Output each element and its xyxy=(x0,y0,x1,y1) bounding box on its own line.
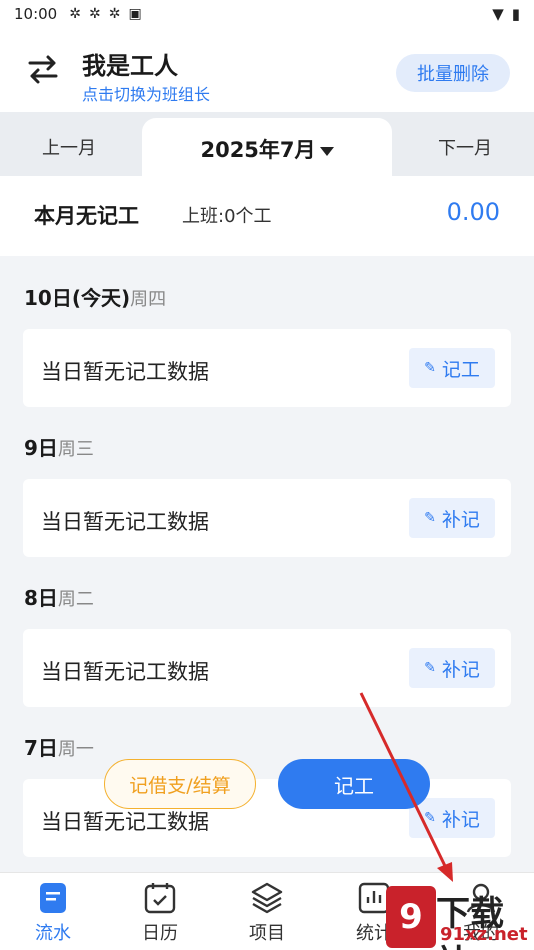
day-date: 7日 xyxy=(24,736,58,760)
current-month-tab[interactable]: 2025年7月 xyxy=(142,118,392,176)
pencil-icon: ✎ xyxy=(424,660,436,676)
calendar-icon xyxy=(144,883,176,914)
status-notification-icons: ✲ ✲ ✲ ▣ xyxy=(69,6,141,22)
day-header: 7日周一 xyxy=(24,732,94,761)
day-header: 10日(今天)周四 xyxy=(24,282,166,311)
pencil-icon: ✎ xyxy=(424,510,436,526)
current-month[interactable]: 2025年7月 xyxy=(142,134,392,164)
day-weekday: 周二 xyxy=(57,589,94,610)
day-weekday: 周四 xyxy=(130,289,167,310)
shift-count: 上班:0个工 xyxy=(182,206,272,227)
document-icon xyxy=(40,883,66,913)
header: 我是工人 点击切换为班组长 批量删除 xyxy=(0,28,534,112)
month-amount: 0.00 xyxy=(446,198,500,226)
status-bar: 10:00 ✲ ✲ ✲ ▣ ▼ ▮ xyxy=(0,0,534,28)
backfill-button-label: 补记 xyxy=(441,808,480,831)
day-date: 10日(今天) xyxy=(24,286,131,310)
nav-label: 日历 xyxy=(142,923,178,944)
layers-icon xyxy=(251,882,283,914)
day-date: 8日 xyxy=(24,586,58,610)
record-work-fab[interactable]: 记工 xyxy=(278,759,430,809)
notification-icon: ▣ xyxy=(128,6,142,22)
nav-item-flow[interactable]: 流水 xyxy=(13,881,93,945)
day-date: 9日 xyxy=(24,436,58,460)
day-weekday: 周三 xyxy=(57,439,94,460)
no-data-message: 当日暂无记工数据 xyxy=(41,660,209,684)
notification-icon: ✲ xyxy=(108,6,121,22)
day-header: 9日周三 xyxy=(24,432,94,461)
role-title[interactable]: 我是工人 xyxy=(82,46,178,81)
wifi-icon: ▼ xyxy=(492,5,504,23)
record-button-label: 记工 xyxy=(441,358,480,381)
day-header: 8日周二 xyxy=(24,582,94,611)
no-data-message: 当日暂无记工数据 xyxy=(41,810,209,834)
nav-item-project[interactable]: 项目 xyxy=(227,881,307,945)
nav-label: 项目 xyxy=(249,923,285,944)
pencil-icon: ✎ xyxy=(424,360,436,376)
day-weekday: 周一 xyxy=(57,739,94,760)
switch-role-icon[interactable] xyxy=(22,48,64,90)
no-data-message: 当日暂无记工数据 xyxy=(41,510,209,534)
month-selector: 上一月 2025年7月 下一月 xyxy=(0,112,534,176)
backfill-button-label: 补记 xyxy=(441,658,480,681)
backfill-button[interactable]: ✎ 补记 xyxy=(409,648,495,688)
pencil-icon: ✎ xyxy=(424,810,436,826)
no-data-message: 当日暂无记工数据 xyxy=(41,360,209,384)
notification-icon: ✲ xyxy=(69,6,81,22)
no-record-label: 本月无记工 xyxy=(34,204,139,228)
backfill-button[interactable]: ✎ 补记 xyxy=(409,798,495,838)
record-work-button[interactable]: ✎ 记工 xyxy=(409,348,495,388)
caret-down-icon xyxy=(319,146,334,156)
day-card: 当日暂无记工数据 ✎ 补记 xyxy=(23,479,511,557)
month-summary: 本月无记工 上班:0个工 0.00 xyxy=(0,176,534,256)
watermark-logo: 9 xyxy=(386,886,436,948)
backfill-button[interactable]: ✎ 补记 xyxy=(409,498,495,538)
day-card: 当日暂无记工数据 ✎ 补记 xyxy=(23,629,511,707)
battery-icon: ▮ xyxy=(511,5,520,23)
day-card: 当日暂无记工数据 ✎ 记工 xyxy=(23,329,511,407)
status-time: 10:00 xyxy=(14,5,58,23)
nav-item-calendar[interactable]: 日历 xyxy=(120,881,200,945)
watermark-url: 91xz.net xyxy=(440,924,528,945)
backfill-button-label: 补记 xyxy=(441,508,480,531)
status-right: ▼ ▮ xyxy=(492,5,520,23)
next-month-button[interactable]: 下一月 xyxy=(438,134,492,160)
current-month-label: 2025年7月 xyxy=(200,138,316,162)
nav-label: 流水 xyxy=(35,923,71,944)
prev-month-button[interactable]: 上一月 xyxy=(42,134,96,160)
loan-settle-button[interactable]: 记借支/结算 xyxy=(104,759,256,809)
notification-icon: ✲ xyxy=(88,6,101,22)
batch-delete-button[interactable]: 批量删除 xyxy=(396,54,510,92)
day-card: 当日暂无记工数据 ✎ 补记 xyxy=(23,779,511,857)
switch-role-link[interactable]: 点击切换为班组长 xyxy=(82,81,210,105)
